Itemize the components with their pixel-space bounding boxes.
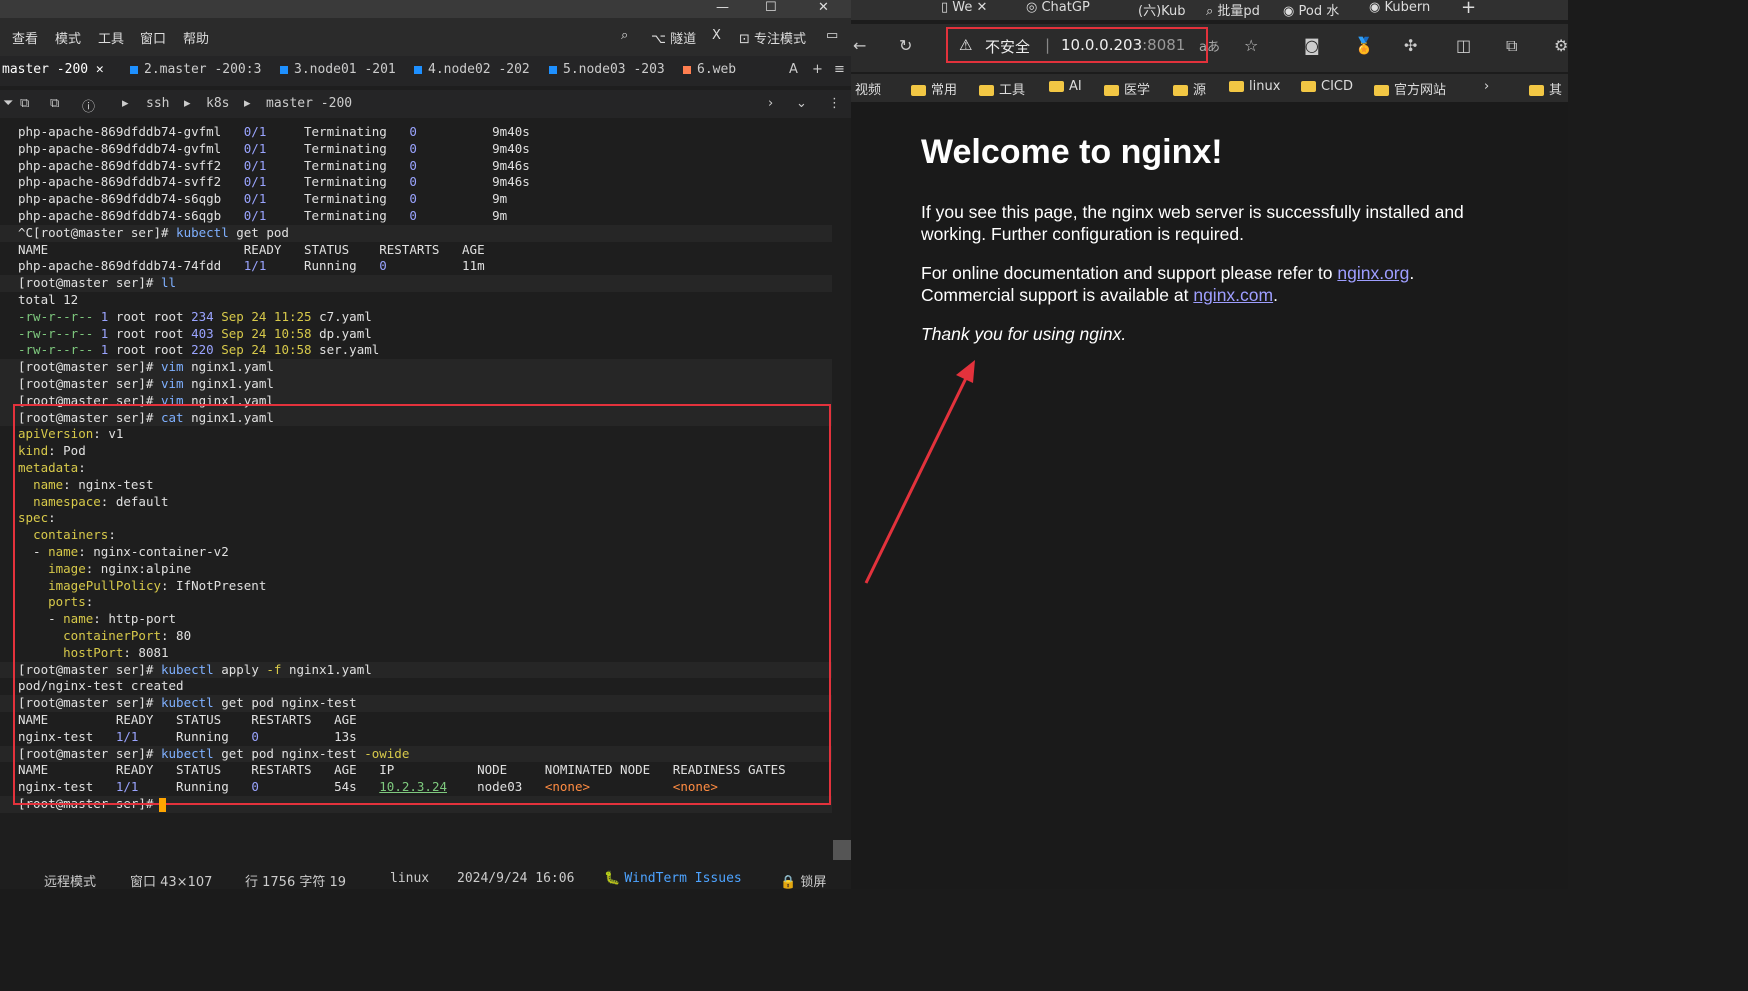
chevron-right-icon: ▸: [244, 96, 251, 111]
add-tab-button[interactable]: +: [812, 62, 823, 77]
tab-label: 6.web: [697, 62, 737, 77]
font-icon[interactable]: A: [789, 62, 798, 77]
terminal-line: -rw-r--r-- 1 root root 220 Sep 24 10:58 …: [18, 342, 380, 358]
lock-screen-button[interactable]: 🔒 锁屏: [780, 871, 826, 890]
terminal-line: NAME READY STATUS RESTARTS AGE: [18, 241, 485, 257]
close-button[interactable]: ✕: [818, 0, 829, 15]
status-mode[interactable]: 远程模式: [44, 871, 96, 890]
terminal-line: [root@master ser]# vim nginx1.yaml: [18, 359, 274, 375]
status-window: 窗口 43×107: [130, 875, 213, 890]
terminal-line: php-apache-869dfddb74-74fdd 1/1 Running …: [18, 258, 485, 274]
tab-label: 3.node01 -201: [294, 62, 396, 77]
crumb-ssh[interactable]: ssh: [146, 96, 169, 111]
focus-label: 专注模式: [754, 32, 807, 47]
maximize-button[interactable]: ☐: [765, 0, 777, 15]
terminal-cursor: [159, 798, 166, 812]
tab-label: 2.master -200:3: [144, 62, 262, 77]
copy-icon[interactable]: ⧉: [50, 96, 59, 111]
tab-node02[interactable]: 4.node02 -202: [414, 62, 530, 77]
scrollbar[interactable]: [833, 122, 851, 862]
more-icon[interactable]: ⋮: [828, 96, 841, 111]
info-icon[interactable]: ⓘ: [82, 96, 95, 115]
terminal-line: php-apache-869dfddb74-gvfml 0/1 Terminat…: [18, 140, 530, 156]
tab-menu-icon[interactable]: ≡: [834, 62, 845, 77]
collapse-icon[interactable]: ⏷: [3, 96, 13, 111]
terminal-line: -rw-r--r-- 1 root root 234 Sep 24 11:25 …: [18, 308, 372, 324]
tab-web[interactable]: 6.web: [683, 62, 736, 77]
windterm-window: — ☐ ✕ 查看 模式 工具 窗口 帮助 ⌕ ⌥ 隧道 X ⊡ 专注模式 ▭ m…: [0, 0, 851, 890]
crumb-master[interactable]: master -200: [266, 96, 352, 111]
focus-icon: ⊡: [739, 32, 755, 47]
terminal-line: [root@master ser]# ll: [18, 275, 177, 291]
terminal-line: total 12: [18, 292, 79, 307]
terminal-line: php-apache-869dfddb74-svff2 0/1 Terminat…: [18, 174, 530, 190]
close-icon[interactable]: ✕: [96, 62, 104, 77]
terminal-line: ^C[root@master ser]# kubectl get pod: [18, 224, 289, 240]
terminal-line: php-apache-869dfddb74-s6qgb 0/1 Terminat…: [18, 208, 508, 223]
status-bar: 远程模式 窗口 43×107 行 1756 字符 19 linux 2024/9…: [0, 866, 851, 890]
session-icon: [414, 65, 422, 74]
chevron-down-icon[interactable]: ⌄: [796, 96, 807, 111]
terminal-line: -rw-r--r-- 1 root root 403 Sep 24 10:58 …: [18, 325, 372, 341]
status-os: linux: [390, 871, 430, 886]
tab-label: 4.node02 -202: [428, 62, 530, 77]
tunnel-icon: ⌥: [651, 32, 671, 47]
menu-tools[interactable]: 工具: [98, 28, 124, 47]
menu-window[interactable]: 窗口: [140, 28, 166, 47]
session-tabs: master -200 ✕ 2.master -200:3 3.node01 -…: [0, 56, 851, 86]
tunnel-label: 隧道: [670, 32, 697, 47]
tunnel-button[interactable]: ⌥ 隧道: [651, 28, 696, 47]
arrow-shaft: [864, 371, 971, 584]
menu-view[interactable]: 查看: [12, 28, 38, 47]
terminal-line: php-apache-869dfddb74-s6qgb 0/1 Terminat…: [18, 191, 508, 207]
session-icon: [280, 65, 288, 74]
bug-icon: 🐛: [604, 871, 625, 886]
chevron-right-icon[interactable]: ›: [768, 96, 773, 111]
menu-mode[interactable]: 模式: [55, 28, 81, 47]
session-icon: [130, 65, 138, 74]
status-position: 行 1756 字符 19: [245, 875, 347, 890]
terminal-line: php-apache-869dfddb74-svff2 0/1 Terminat…: [18, 157, 530, 173]
crumb-k8s[interactable]: k8s: [206, 96, 229, 111]
tab-label: 5.node03 -203: [563, 62, 665, 77]
x-icon[interactable]: X: [712, 28, 721, 43]
browser-window: ▯ We ✕ ◎ ChatGP (六)Kub ⌕ 批量pd ◉ Pod 水 ◉ …: [851, 0, 1568, 889]
chevron-right-icon: ▸: [184, 96, 191, 111]
layout-icon[interactable]: ▭: [826, 28, 838, 43]
session-icon: [683, 65, 691, 74]
new-session-icon[interactable]: ⧉: [20, 96, 29, 111]
lock-icon: 🔒: [780, 875, 801, 890]
terminal-line: php-apache-869dfddb74-gvfml 0/1 Terminat…: [18, 124, 530, 139]
tab-node03[interactable]: 5.node03 -203: [549, 62, 665, 77]
annotation-arrow: [864, 360, 975, 584]
session-icon: [549, 65, 557, 74]
issues-label: WindTerm Issues: [624, 871, 742, 886]
tab-master-200[interactable]: master -200 ✕: [2, 62, 104, 77]
tab-label: master -200: [2, 62, 89, 77]
breadcrumb: ⏷ ⧉ ⧉ ⓘ ▸ ssh ▸ k8s ▸ master -200 › ⌄ ⋮: [0, 90, 851, 118]
tab-master-200-3[interactable]: 2.master -200:3: [130, 62, 261, 77]
focus-mode-button[interactable]: ⊡ 专注模式: [739, 28, 806, 47]
issues-link[interactable]: 🐛 WindTerm Issues: [604, 871, 742, 886]
chevron-right-icon: ▸: [122, 96, 129, 111]
menu-help[interactable]: 帮助: [183, 28, 209, 47]
minimize-button[interactable]: —: [716, 0, 729, 15]
tab-node01[interactable]: 3.node01 -201: [280, 62, 396, 77]
search-icon[interactable]: ⌕: [621, 28, 628, 43]
terminal-line: [root@master ser]# vim nginx1.yaml: [18, 376, 274, 391]
menu-bar: — ☐ ✕ 查看 模式 工具 窗口 帮助 ⌕ ⌥ 隧道 X ⊡ 专注模式 ▭: [0, 0, 851, 56]
highlight-box: [13, 404, 831, 805]
scrollbar-thumb[interactable]: [833, 840, 851, 860]
status-datetime: 2024/9/24 16:06: [457, 871, 575, 886]
lock-label: 锁屏: [800, 875, 827, 890]
